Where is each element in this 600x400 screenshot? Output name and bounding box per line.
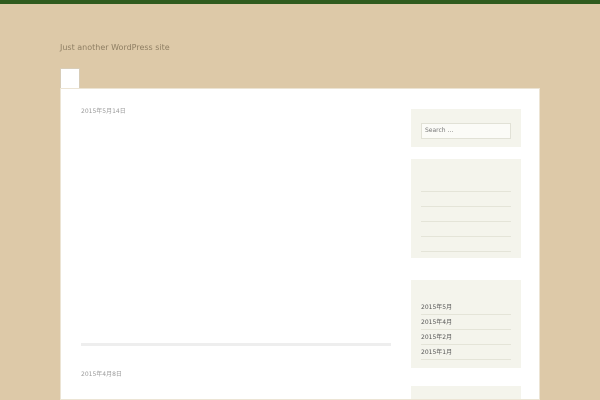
post-line <box>81 178 391 189</box>
site-title[interactable] <box>60 14 540 40</box>
search-widget <box>411 109 521 147</box>
post-body <box>81 145 391 321</box>
main-column: 2015年5月14日 2015年4月8日 <box>81 107 391 399</box>
post-line <box>81 189 391 200</box>
recent-post-link[interactable] <box>421 192 511 207</box>
nav-item-home[interactable] <box>60 68 80 89</box>
post-title[interactable] <box>81 119 391 137</box>
post-title[interactable] <box>81 382 391 399</box>
post-date[interactable]: 2015年4月8日 <box>81 370 391 380</box>
post-1: 2015年5月14日 <box>81 107 391 346</box>
next-widget <box>411 385 521 399</box>
archive-link[interactable]: 2015年1月 <box>421 345 511 360</box>
post-line <box>81 277 391 288</box>
post-line <box>81 288 391 299</box>
recent-posts-widget <box>411 158 521 258</box>
recent-post-link[interactable] <box>421 177 511 192</box>
post-line <box>81 167 391 178</box>
post-2: 2015年4月8日 <box>81 370 391 399</box>
post-line <box>81 299 391 310</box>
post-line <box>81 200 391 211</box>
post-line <box>81 222 391 233</box>
recent-post-link[interactable] <box>421 207 511 222</box>
site-tagline: Just another WordPress site <box>60 43 170 52</box>
post-line <box>81 266 391 277</box>
top-accent-bar <box>0 0 600 4</box>
archive-link[interactable]: 2015年4月 <box>421 315 511 330</box>
post-separator <box>81 343 391 346</box>
recent-post-link[interactable] <box>421 222 511 237</box>
post-line <box>81 145 391 156</box>
archive-link[interactable]: 2015年5月 <box>421 300 511 315</box>
post-line <box>81 233 391 244</box>
archive-link[interactable]: 2015年2月 <box>421 330 511 345</box>
content-area: 2015年5月14日 2015年4月8日 Search … 2015年5月 20… <box>60 88 540 400</box>
post-line <box>81 244 391 255</box>
archives-widget: 2015年5月 2015年4月 2015年2月 2015年1月 <box>411 279 521 368</box>
post-line <box>81 211 391 222</box>
sidebar: 2015年5月 2015年4月 2015年2月 2015年1月 <box>411 109 521 399</box>
post-date[interactable]: 2015年5月14日 <box>81 107 391 117</box>
site-header: Just another WordPress site <box>60 14 540 54</box>
post-line <box>81 156 391 167</box>
recent-post-link[interactable] <box>421 237 511 252</box>
search-input[interactable] <box>421 122 511 139</box>
post-line <box>81 255 391 266</box>
post-line <box>81 310 391 321</box>
